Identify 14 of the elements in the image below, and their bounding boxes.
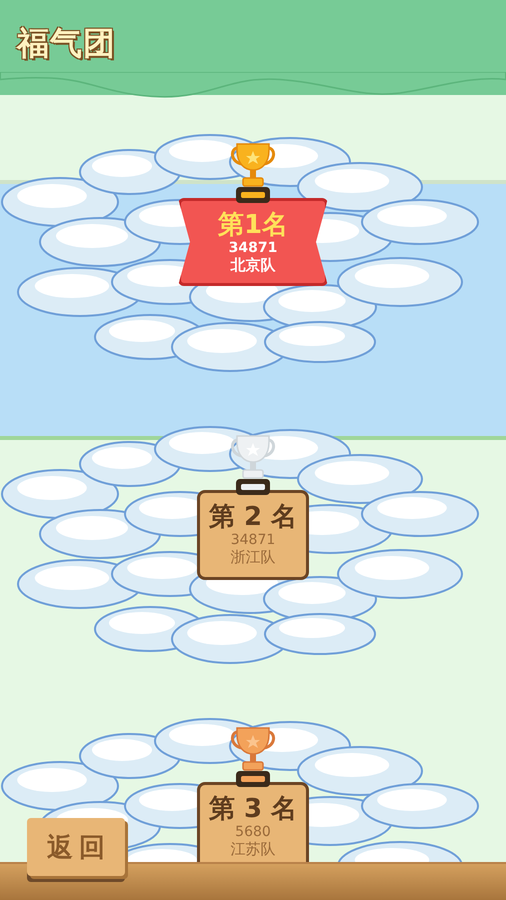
rank-label: 第 2 名 [208, 503, 298, 532]
rank-label: 第 3 名 [208, 795, 298, 824]
app-title: 福气团 [17, 23, 116, 64]
team-label: 北京队 [230, 256, 276, 276]
score-label: 5680 [235, 824, 271, 840]
score-label: 34871 [228, 240, 278, 256]
clasp-icon [235, 186, 271, 204]
score-label: 34871 [230, 532, 276, 548]
back-button[interactable]: 返回 [27, 818, 125, 876]
team-label: 江苏队 [230, 840, 276, 860]
clasp-icon [235, 770, 271, 788]
rank-label: 第1名 [218, 211, 288, 240]
clasp-icon [235, 478, 271, 496]
team-label: 浙江队 [230, 548, 276, 568]
